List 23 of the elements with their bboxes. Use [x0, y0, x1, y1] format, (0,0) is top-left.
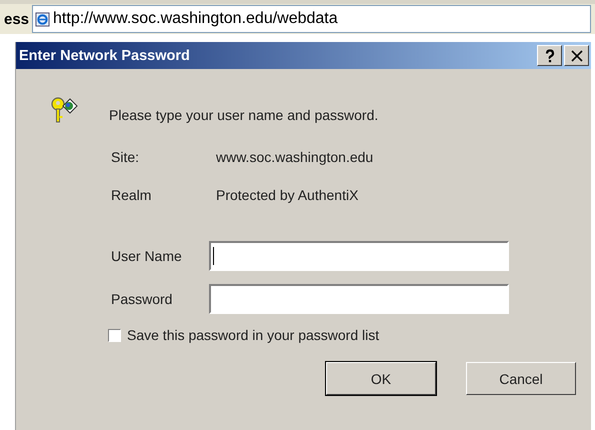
info-label: Site: [111, 149, 140, 165]
field-label: Password [111, 291, 174, 307]
key-globe-icon [49, 95, 79, 125]
info-label: Realm [111, 187, 152, 203]
cancel-button[interactable]: Cancel [466, 362, 576, 395]
window-title: Enter Network Password [19, 48, 190, 64]
address-field[interactable]: http://www.soc.washington.edu/webdata [32, 5, 591, 33]
info-value: Protected by AuthentiX [216, 187, 358, 203]
prompt-text: Please type your user name and password. [109, 107, 378, 123]
input-field[interactable] [209, 284, 509, 314]
help-icon [544, 48, 554, 62]
input-field[interactable] [209, 241, 509, 271]
help-button[interactable] [537, 45, 562, 66]
checkbox-label[interactable]: Save this password in your password list [127, 327, 380, 343]
checkbox[interactable] [108, 328, 121, 342]
close-button[interactable] [564, 45, 589, 66]
url-text: http://www.soc.washington.edu/webdata [53, 10, 338, 28]
address-label: ess [3, 10, 30, 28]
ok-button[interactable]: OK [326, 362, 436, 395]
page-icon [35, 12, 50, 26]
field-label: User Name [111, 248, 183, 264]
info-value: www.soc.washington.edu [216, 149, 374, 165]
close-icon [570, 50, 582, 62]
